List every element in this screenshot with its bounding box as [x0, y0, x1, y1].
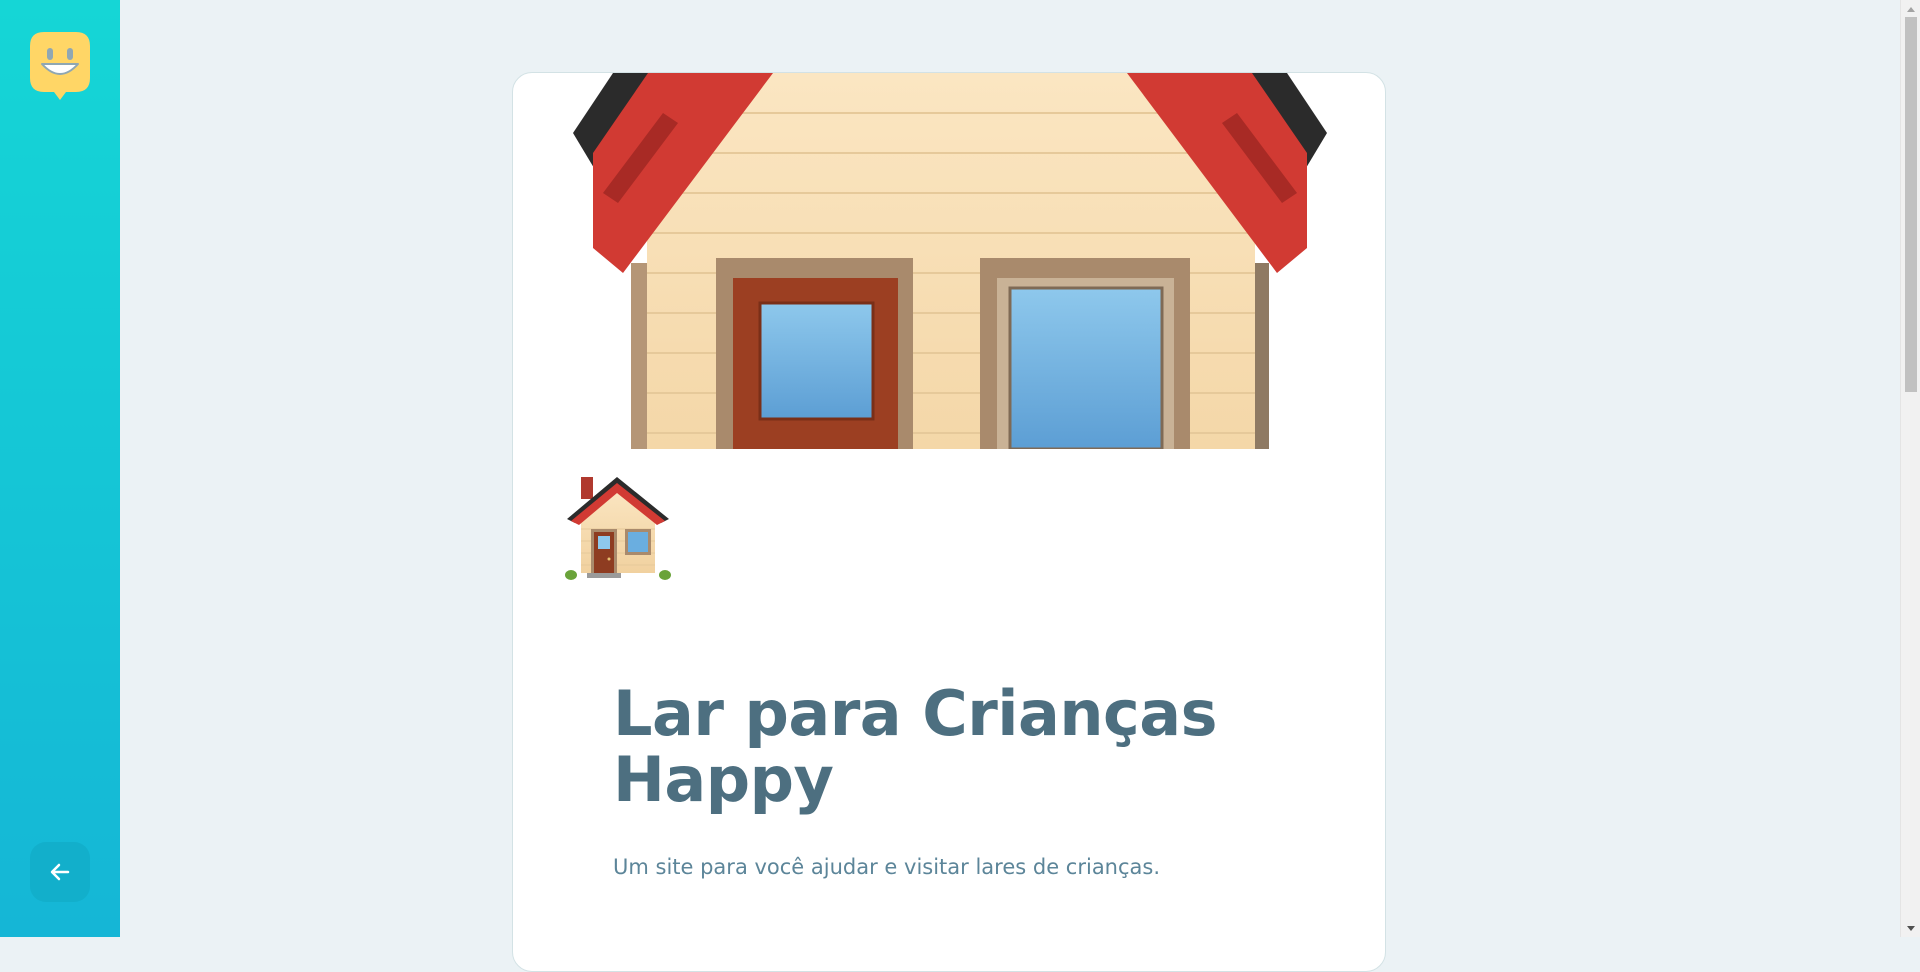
sidebar [0, 0, 120, 937]
thumbnail-image[interactable] [565, 473, 675, 583]
smiley-logo-icon[interactable] [30, 32, 90, 102]
orphanage-details-card [512, 72, 1386, 972]
orphanage-name: Lar para Crianças Happy [613, 677, 1218, 816]
orphanage-description: Um site para você ajudar e visitar lares… [613, 855, 1161, 879]
vertical-scrollbar[interactable] [1900, 0, 1920, 937]
scroll-down-arrow-icon[interactable] [1901, 920, 1920, 937]
scrollbar-thumb[interactable] [1905, 17, 1917, 392]
back-button[interactable] [30, 842, 90, 902]
arrow-left-icon [50, 863, 70, 881]
scroll-up-arrow-icon[interactable] [1901, 0, 1920, 17]
main-content: Lar para Crianças Happy Um site para voc… [120, 0, 1900, 972]
cover-image [513, 73, 1385, 449]
